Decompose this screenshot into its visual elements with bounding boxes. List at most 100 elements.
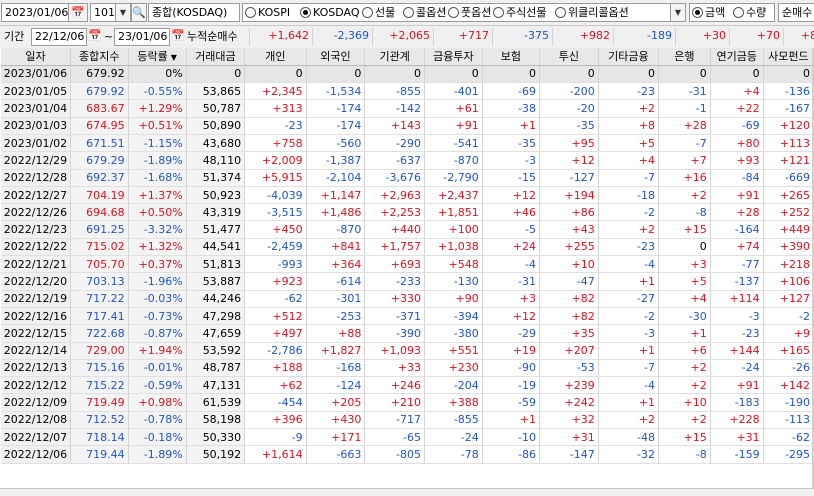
table-row[interactable]: 2022/12/12 715.22 -0.59% 47,131 +62 -124 +246-… — [1, 376, 814, 395]
column-header[interactable]: 투신 — [539, 48, 599, 66]
market-dropdown-chevron-icon[interactable]: ▼ — [670, 3, 686, 22]
table-row[interactable]: 2023/01/05 679.92 -0.55% 53,865 +2,345 -1,534… — [1, 82, 814, 101]
table-row[interactable]: 2022/12/19 717.22 -0.03% 44,246 -62 -301 +330 +… — [1, 290, 814, 308]
radio-2[interactable]: KOSDAQ — [300, 4, 360, 22]
table-row[interactable]: 2022/12/08 712.52 -0.78% 58,198 +396 +430 -717… — [1, 411, 814, 430]
column-header[interactable]: 종합지수 — [70, 48, 129, 66]
table-row[interactable]: 2022/12/06 719.44 -1.89% 50,192 +1,614 -663 -8… — [1, 445, 814, 464]
radio-6[interactable]: 주식선물 — [493, 4, 546, 22]
sort-down-icon[interactable]: ▼ — [171, 53, 177, 62]
table-row[interactable]: 2022/12/20 703.13 -1.96% 53,887 +923 -614 -233… — [1, 272, 814, 291]
radio-dot-icon[interactable] — [555, 7, 566, 18]
table-cell: 729.00 — [70, 342, 129, 360]
table-cell: 2022/12/15 — [1, 324, 71, 343]
table-row[interactable]: 2022/12/27 704.19 +1.37% 50,923 -4,039 +1,147… — [1, 186, 814, 205]
table-row[interactable]: 2022/12/21 705.70 +0.37% 51,813 -993 +364 +693… — [1, 255, 814, 274]
table-cell: 53,887 — [186, 272, 246, 291]
table-cell: +10 — [539, 255, 599, 274]
column-header[interactable]: 금융투자 — [424, 48, 483, 66]
table-cell: -0.03% — [128, 290, 187, 308]
column-header[interactable]: 기관계 — [364, 48, 425, 66]
radio-3[interactable]: 선물 — [362, 4, 395, 22]
table-row[interactable]: 2022/12/22 715.02 +1.32% 44,541 -2,459 +841 +1… — [1, 238, 814, 257]
unit-radio-1[interactable]: 금액 — [692, 4, 725, 22]
calendar-icon[interactable]: 📅 — [68, 3, 88, 22]
table-row[interactable]: 2022/12/29 679.29 -1.89% 48,110 +2,009 -1,387… — [1, 151, 814, 170]
column-header[interactable]: 기타금융 — [598, 48, 660, 66]
chevron-down-icon[interactable]: ▼ — [115, 3, 131, 22]
column-header-label: 보험 — [500, 50, 521, 64]
column-header[interactable]: 은행 — [658, 48, 711, 66]
table-row[interactable]: 2023/01/06 679.92 0% 0 0 0 0 0 0 0 0 0 0 0 — [1, 65, 814, 84]
column-header-label: 금융투자 — [433, 50, 474, 64]
table-cell: -113 — [763, 411, 814, 430]
radio-dot-icon[interactable] — [692, 7, 703, 18]
table-cell: -1 — [658, 99, 711, 118]
radio-dot-icon[interactable] — [300, 7, 311, 18]
column-header[interactable]: 개인 — [244, 48, 307, 66]
table-cell: +1.37% — [128, 186, 187, 205]
table-row[interactable]: 2022/12/23 691.25 -3.32% 51,477 +450 -870 +440… — [1, 220, 814, 239]
table-cell: -8 — [658, 203, 711, 222]
radio-dot-icon[interactable] — [733, 7, 744, 18]
table-cell: +114 — [710, 290, 764, 308]
table-cell: +1,486 — [306, 203, 366, 222]
radio-5[interactable]: 풋옵션 — [448, 4, 491, 22]
table-cell: 671.51 — [70, 134, 129, 153]
table-cell: -35 — [482, 134, 541, 153]
table-cell: 2022/12/21 — [1, 255, 71, 274]
column-header[interactable]: 연기금등 — [710, 48, 764, 66]
radio-dot-icon[interactable] — [362, 7, 373, 18]
column-header[interactable]: 거래대금 — [186, 48, 246, 66]
unit-radio-2[interactable]: 수량 — [733, 4, 766, 22]
column-header[interactable]: 등락률 ▼ — [128, 48, 187, 66]
radio-dot-icon[interactable] — [403, 7, 414, 18]
table-cell: -65 — [364, 428, 425, 447]
radio-dot-icon[interactable] — [493, 7, 504, 18]
start-calendar-icon[interactable]: 📅 — [88, 28, 102, 44]
table-cell: -2,459 — [244, 238, 307, 257]
table-row[interactable]: 2022/12/16 717.41 -0.73% 47,298 +512 -253 -371… — [1, 307, 814, 326]
search-icon[interactable]: 🔍 — [131, 3, 147, 22]
column-header[interactable]: 외국인 — [306, 48, 366, 66]
table-cell: -3 — [482, 151, 541, 170]
table-cell: -870 — [306, 220, 366, 239]
table-row[interactable]: 2022/12/14 729.00 +1.94% 53,592 -2,786 +1,827… — [1, 342, 814, 360]
table-row[interactable]: 2022/12/15 722.68 -0.87% 47,659 +497 +88 -390-… — [1, 324, 814, 343]
table-row[interactable]: 2023/01/03 674.95 +0.51% 50,890 -23 -174 +143 +… — [1, 117, 814, 135]
table-cell: -38 — [482, 99, 541, 118]
table-cell: +82 — [539, 307, 599, 326]
start-date-field[interactable]: 22/12/06 — [31, 28, 87, 46]
table-row[interactable]: 2023/01/04 683.67 +1.29% 50,787 +313 -174 -142… — [1, 99, 814, 118]
table-row[interactable]: 2023/01/02 671.51 -1.15% 43,680 +758 -560 -290… — [1, 134, 814, 153]
radio-7[interactable]: 위클리콜옵션 — [555, 4, 629, 22]
table-cell: +396 — [244, 411, 307, 430]
table-cell: -870 — [424, 151, 483, 170]
table-row[interactable]: 2022/12/07 718.14 -0.18% 50,330 -9 +171 -65 -24… — [1, 428, 814, 447]
table-row[interactable]: 2022/12/09 719.49 +0.98% 61,539 -454 +205 +210… — [1, 393, 814, 412]
table-cell: +12 — [482, 307, 541, 326]
end-date-field[interactable]: 23/01/06 — [114, 28, 170, 46]
radio-dot-icon[interactable] — [245, 7, 256, 18]
table-cell: 719.44 — [70, 445, 129, 464]
column-header[interactable]: 사모펀드 — [763, 48, 814, 66]
table-row[interactable]: 2022/12/28 692.37 -1.68% 51,374 +5,915 -2,104… — [1, 169, 814, 187]
table-cell: 2022/12/09 — [1, 393, 71, 412]
date-field[interactable]: 2023/01/06 — [1, 3, 69, 22]
table-cell: +313 — [244, 99, 307, 118]
mode-select[interactable]: 순매수 — [778, 3, 814, 22]
radio-dot-icon[interactable] — [448, 7, 459, 18]
table-cell: +19 — [482, 342, 541, 360]
radio-4[interactable]: 콜옵션 — [403, 4, 446, 22]
column-header[interactable]: 보험 — [482, 48, 541, 66]
table-row[interactable]: 2022/12/13 715.16 -0.01% 48,787 +188 -168 +33 +… — [1, 359, 814, 378]
table-cell: +218 — [763, 255, 814, 274]
column-header[interactable]: 일자 — [1, 48, 71, 66]
table-row[interactable]: 2022/12/26 694.68 +0.50% 43,319 -3,515 +1,486… — [1, 203, 814, 222]
table-cell: -717 — [364, 411, 425, 430]
table-cell: -663 — [306, 445, 366, 464]
radio-1[interactable]: KOSPI — [245, 4, 290, 22]
code-field[interactable]: 101 — [90, 3, 116, 22]
table-cell: +188 — [244, 359, 307, 378]
end-calendar-icon[interactable]: 📅 — [171, 28, 185, 44]
